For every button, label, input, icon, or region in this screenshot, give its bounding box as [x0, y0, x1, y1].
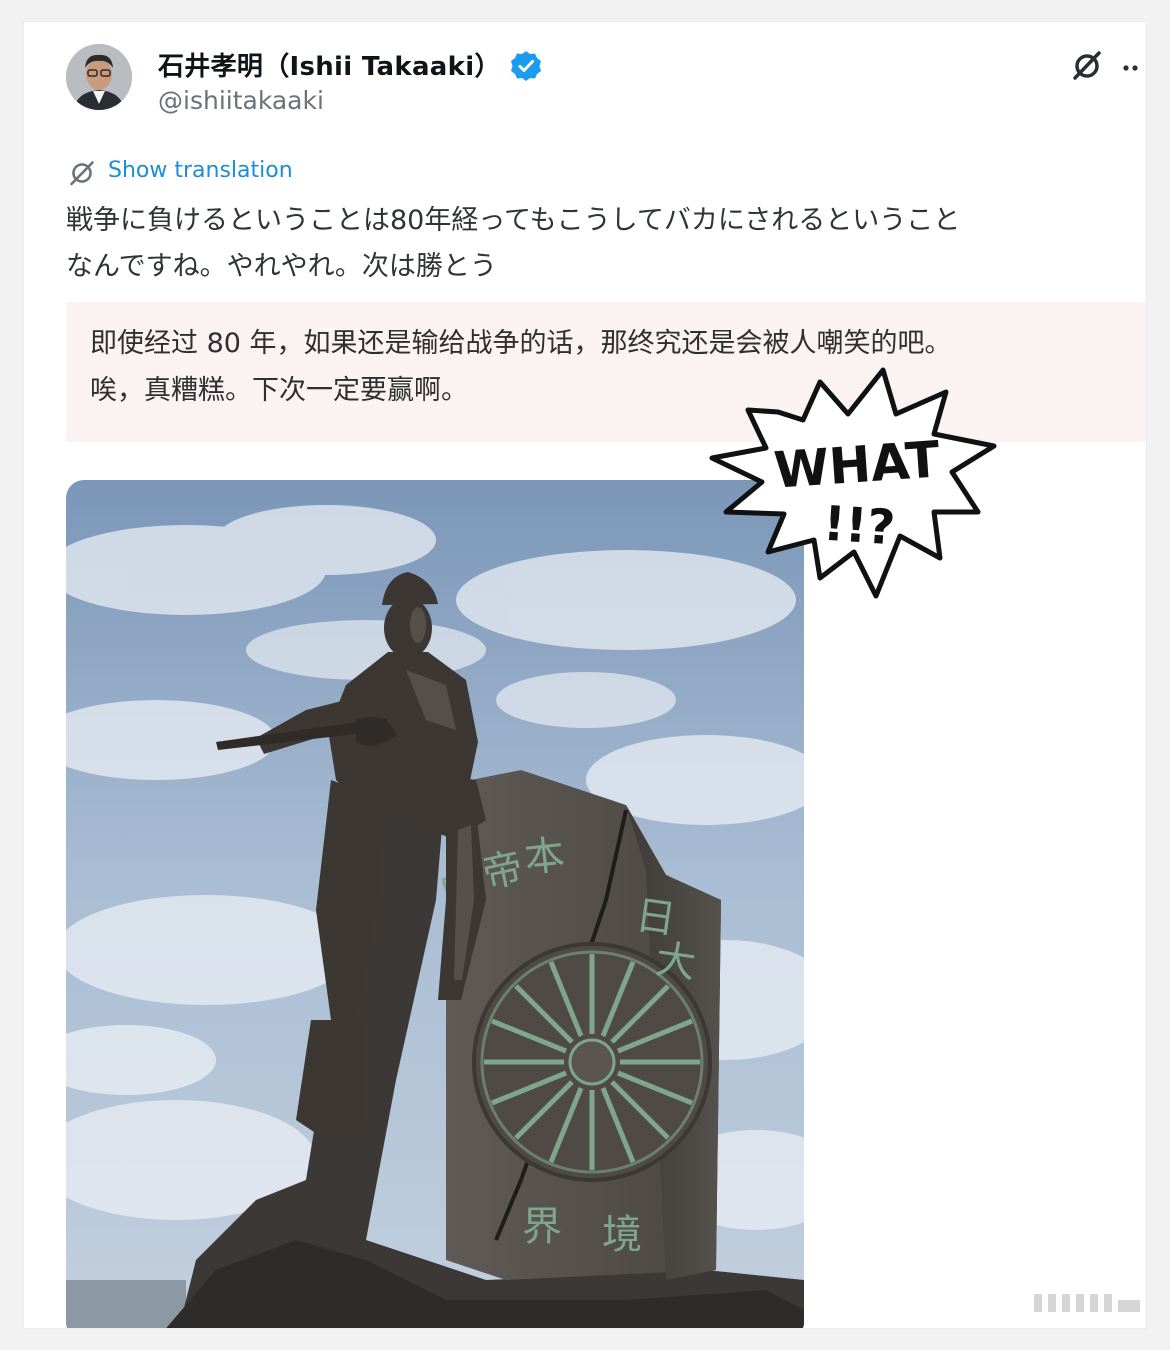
tweet-text-line: 戦争に負けるということは80年経ってもこうしてバカにされるということ	[66, 205, 961, 236]
author-handle[interactable]: @ishiitakaaki	[158, 86, 324, 115]
statue-photo: 國 帝 本 日 大 界 境	[66, 480, 804, 1328]
burst-word: WHAT	[772, 430, 942, 499]
more-icon[interactable]	[1122, 64, 1144, 72]
translate-icon	[70, 161, 94, 186]
watermark-mark	[1034, 1294, 1140, 1312]
inscription-char: 本	[522, 832, 567, 882]
what-burst-sticker: WHAT !!?	[709, 367, 997, 599]
tweet-text-line: なんですね。やれやれ。次は勝とう	[66, 251, 497, 282]
verified-badge-icon	[511, 51, 541, 81]
inscription-char: 日	[633, 892, 679, 943]
tweet-photo[interactable]: 國 帝 本 日 大 界 境	[66, 480, 804, 1328]
avatar[interactable]	[66, 44, 132, 110]
inscription-char: 界	[522, 1204, 562, 1250]
avatar-image	[66, 44, 132, 110]
tweet-text: 戦争に負けるということは80年経ってもこうしてバカにされるということ なんですね…	[66, 198, 1146, 290]
inscription-char: 境	[602, 1212, 642, 1258]
grok-icon[interactable]	[1070, 49, 1104, 83]
inscription-char: 大	[653, 936, 699, 987]
show-translation-link[interactable]: Show translation	[108, 158, 293, 183]
tweet-card: 石井孝明（Ishii Takaaki） @ishiitakaaki Show t…	[24, 22, 1146, 1328]
translation-line: 即使经过 80 年，如果还是输给战争的话，那终究还是会被人嘲笑的吧。	[90, 328, 952, 359]
burst-punctuation: !!?	[821, 496, 896, 557]
author-display-name[interactable]: 石井孝明（Ishii Takaaki）	[158, 46, 501, 83]
